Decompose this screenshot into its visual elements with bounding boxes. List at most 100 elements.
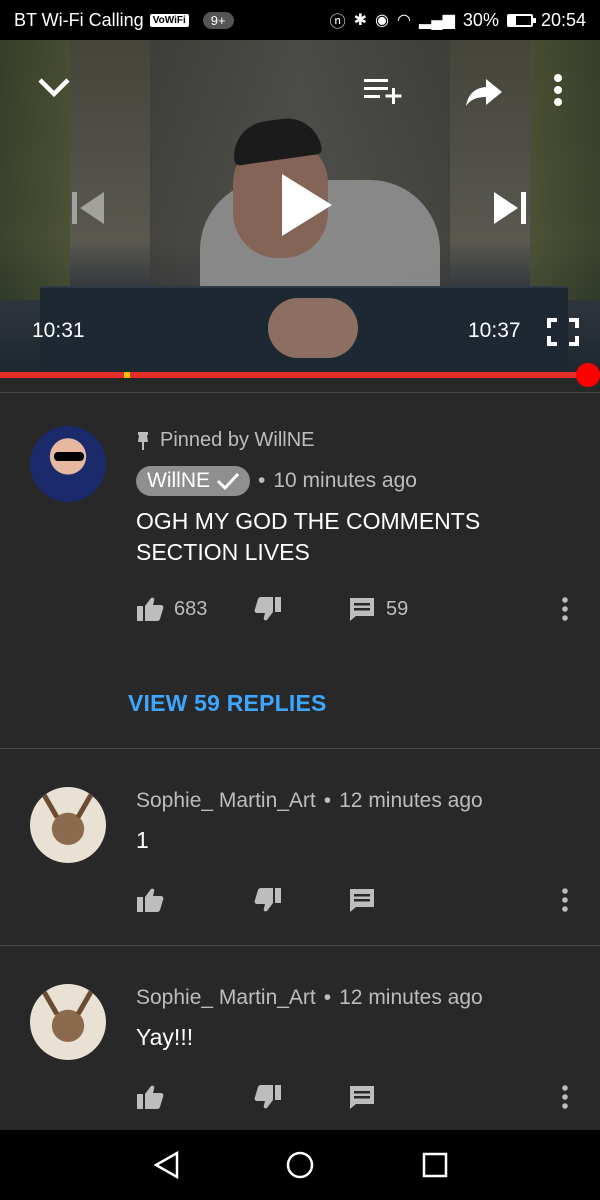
like-button[interactable]: 683 xyxy=(136,596,207,622)
reply-button[interactable] xyxy=(348,887,376,913)
bluetooth-icon: ✱ xyxy=(353,12,368,29)
more-vert-icon xyxy=(554,74,562,106)
avatar-glasses xyxy=(54,452,84,461)
pin-icon xyxy=(138,431,148,450)
reply-button[interactable]: 59 xyxy=(348,596,408,622)
thumbs-down-icon xyxy=(254,888,281,912)
battery-percent: 30% xyxy=(462,9,499,30)
comment-meta: WillNE • 10 minutes ago xyxy=(136,466,417,496)
dislike-button[interactable] xyxy=(254,887,282,913)
notification-count-badge: 9+ xyxy=(202,11,234,29)
thumbs-up-icon xyxy=(137,597,164,621)
time-ago: 12 minutes ago xyxy=(339,789,483,812)
skip-previous-icon xyxy=(72,192,104,224)
skip-next-icon xyxy=(494,192,526,224)
comments-section: Pinned by WillNE WillNE • 10 minutes ago… xyxy=(0,392,600,1146)
meta-separator: • xyxy=(323,789,332,812)
avatar-antler xyxy=(41,990,60,1016)
chevron-down-icon xyxy=(38,78,70,98)
more-vert-icon xyxy=(562,888,568,912)
author-chip[interactable]: WillNE xyxy=(136,466,250,496)
current-time: 10:31 xyxy=(32,319,85,342)
home-icon xyxy=(286,1151,314,1179)
meta-separator: • xyxy=(323,986,332,1009)
comment-item: Sophie_ Martin_Art • 12 minutes ago Yay!… xyxy=(0,946,600,1146)
pinned-comment: Pinned by WillNE WillNE • 10 minutes ago… xyxy=(0,393,600,748)
seek-bar[interactable] xyxy=(0,372,600,378)
battery-icon xyxy=(506,13,536,27)
comment-more-button[interactable] xyxy=(560,1084,570,1110)
eye-comfort-icon: ◉ xyxy=(375,12,389,29)
nfc-icon: ⓝ xyxy=(329,14,346,31)
reply-icon xyxy=(350,598,374,621)
share-icon xyxy=(466,79,502,106)
comment-actions: 683 59 xyxy=(136,596,576,626)
more-vert-icon xyxy=(562,1085,568,1109)
author-name[interactable]: Sophie_ Martin_Art xyxy=(136,986,316,1010)
comment-text: 1 xyxy=(136,827,149,853)
comment-text: Yay!!! xyxy=(136,1024,194,1050)
comment-actions xyxy=(136,1084,576,1114)
avatar[interactable] xyxy=(30,984,106,1060)
reply-icon xyxy=(350,889,374,912)
previous-video-button[interactable] xyxy=(68,188,108,228)
minimize-player-button[interactable] xyxy=(34,72,74,102)
avatar-antler xyxy=(75,793,94,819)
comment-text: OGH MY GOD THE COMMENTS SECTION LIVES xyxy=(136,508,481,565)
dislike-button[interactable] xyxy=(254,596,282,622)
view-replies-link[interactable]: VIEW 59 REPLIES xyxy=(128,690,327,717)
back-icon xyxy=(153,1150,179,1180)
reply-icon xyxy=(350,1086,374,1109)
avatar-antler xyxy=(75,990,94,1016)
add-to-queue-icon xyxy=(364,79,402,104)
dislike-button[interactable] xyxy=(254,1084,282,1110)
avatar[interactable] xyxy=(30,426,106,502)
fullscreen-icon xyxy=(547,318,579,346)
home-button[interactable] xyxy=(285,1150,315,1185)
meta-separator: • xyxy=(258,469,266,492)
next-video-button[interactable] xyxy=(490,188,530,228)
like-button[interactable] xyxy=(136,887,164,913)
reply-button[interactable] xyxy=(348,1084,376,1110)
time-ago: 10 minutes ago xyxy=(273,469,417,492)
seek-bar-marker xyxy=(124,372,130,378)
avatar[interactable] xyxy=(30,787,106,863)
verified-check-icon xyxy=(216,472,240,491)
time-ago: 12 minutes ago xyxy=(339,986,483,1009)
comment-more-button[interactable] xyxy=(560,596,570,622)
total-duration: 10:37 xyxy=(468,319,521,342)
author-name: WillNE xyxy=(147,469,210,492)
back-button[interactable] xyxy=(152,1150,182,1185)
thumbs-down-icon xyxy=(254,597,281,621)
add-to-queue-button[interactable] xyxy=(362,76,406,106)
seek-bar-handle[interactable] xyxy=(576,363,600,387)
like-count: 683 xyxy=(174,597,208,620)
pinned-label: Pinned by WillNE xyxy=(136,429,315,452)
reply-count: 59 xyxy=(386,597,409,620)
comment-actions xyxy=(136,887,576,917)
play-button[interactable] xyxy=(278,172,334,238)
avatar-antler xyxy=(41,793,60,819)
comment-item: Sophie_ Martin_Art • 12 minutes ago 1 xyxy=(0,749,600,945)
recent-apps-icon xyxy=(422,1152,448,1178)
system-nav-bar xyxy=(0,1130,600,1200)
vowifi-badge: VoWiFi xyxy=(149,13,189,27)
like-button[interactable] xyxy=(136,1084,164,1110)
author-name[interactable]: Sophie_ Martin_Art xyxy=(136,789,316,813)
comment-meta: Sophie_ Martin_Art • 12 minutes ago xyxy=(136,789,483,813)
clock: 20:54 xyxy=(540,9,586,30)
fullscreen-button[interactable] xyxy=(546,317,580,347)
comment-more-button[interactable] xyxy=(560,887,570,913)
comment-meta: Sophie_ Martin_Art • 12 minutes ago xyxy=(136,986,483,1010)
status-bar: BT Wi-Fi Calling VoWiFi 9+ ⓝ ✱ ◉ ◠ ▂▄▆ 3… xyxy=(0,0,600,40)
pinned-text: Pinned by WillNE xyxy=(160,429,315,451)
more-vert-icon xyxy=(562,597,568,621)
carrier-label: BT Wi-Fi Calling xyxy=(14,9,144,30)
wifi-icon: ◠ xyxy=(397,12,411,29)
player-more-options-button[interactable] xyxy=(552,72,564,108)
share-button[interactable] xyxy=(464,76,504,108)
signal-icon: ▂▄▆ xyxy=(418,12,455,29)
thumbs-up-icon xyxy=(137,888,164,912)
recent-apps-button[interactable] xyxy=(420,1150,450,1185)
video-player[interactable]: 10:31 10:37 xyxy=(0,40,600,375)
